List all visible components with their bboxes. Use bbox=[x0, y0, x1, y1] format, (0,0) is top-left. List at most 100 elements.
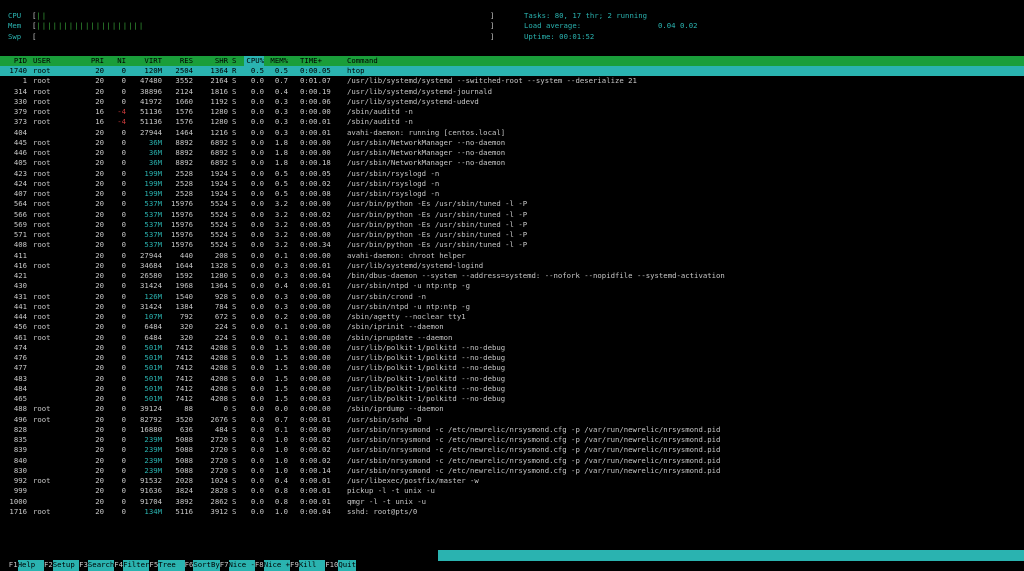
process-row[interactable]: 446 root 20 0 36M 8892 6892 S 0.0 1.8 0:00.00/usr/… bbox=[0, 148, 1024, 158]
process-row[interactable]: 421 20 0 26580 1592 1280 S 0.0 0.3 0:00.04/bin/db… bbox=[0, 271, 1024, 281]
process-row[interactable]: 373 root 16 -4 51136 1576 1280 S 0.0 0.3 0:00.01/s… bbox=[0, 117, 1024, 127]
fkey-f1[interactable]: F1Help bbox=[8, 560, 44, 571]
process-row[interactable]: 992 root 20 0 91532 2028 1024 S 0.0 0.4 0:00.01/us… bbox=[0, 476, 1024, 486]
column-state[interactable]: S bbox=[232, 56, 240, 66]
process-row[interactable]: 484 20 0 501M 7412 4208 S 0.0 1.5 0:00.00/usr/lib… bbox=[0, 384, 1024, 394]
process-shr-cell: 2720 bbox=[210, 445, 228, 455]
process-pid-cell: 488 bbox=[13, 404, 27, 414]
process-time-cell: 0:00.00 bbox=[300, 230, 331, 239]
process-cmd-cell: /bin/dbus-daemon --system --address=syst… bbox=[347, 271, 725, 280]
process-row[interactable]: 330 root 20 0 41972 1660 1192 S 0.0 0.3 0:00.06/us… bbox=[0, 97, 1024, 107]
process-res-cell: 2528 bbox=[175, 178, 193, 188]
column-user[interactable]: USER bbox=[33, 56, 73, 66]
process-row[interactable]: 830 20 0 239M 5088 2720 S 0.0 1.0 0:00.14/usr/sbi… bbox=[0, 466, 1024, 476]
column-virt[interactable]: VIRT bbox=[128, 56, 162, 66]
process-row[interactable]: 423 root 20 0 199M 2528 1924 S 0.0 0.5 0:00.05/usr… bbox=[0, 169, 1024, 179]
process-row[interactable]: 465 20 0 501M 7412 4208 S 0.0 1.5 0:00.03/usr/lib… bbox=[0, 394, 1024, 404]
fkey-f4[interactable]: F4Filter bbox=[114, 560, 150, 571]
process-row[interactable]: 441 root 20 0 31424 1384 784 S 0.0 0.3 0:00.00/usr… bbox=[0, 302, 1024, 312]
process-pid-cell: 431 bbox=[13, 291, 27, 301]
process-row[interactable]: 496 root 20 0 82792 3520 2676 S 0.0 0.7 0:00.01/us… bbox=[0, 415, 1024, 425]
process-pri-cell: 20 bbox=[95, 250, 104, 260]
process-pid-cell: 564 bbox=[13, 199, 27, 209]
process-row[interactable]: 569 root 20 0 537M 15976 5524 S 0.0 3.2 0:00.05/us… bbox=[0, 220, 1024, 230]
process-row[interactable]: 444 root 20 0 107M 792 672 S 0.0 0.2 0:00.00/sbin/… bbox=[0, 312, 1024, 322]
process-pri-cell: 20 bbox=[95, 394, 104, 403]
process-cmd-cell: /sbin/iprdump --daemon bbox=[347, 404, 444, 414]
process-row[interactable]: 999 20 0 91636 3824 2828 S 0.0 0.8 0:00.01 pickup … bbox=[0, 486, 1024, 496]
process-row[interactable]: 1716 root 20 0 134M 5116 3912 S 0.0 1.0 0:00.04 ssh… bbox=[0, 507, 1024, 517]
column-ni[interactable]: NI bbox=[108, 56, 126, 66]
fkey-f3[interactable]: F3Search bbox=[79, 560, 115, 571]
process-row[interactable]: 404 20 0 27944 1464 1216 S 0.0 0.3 0:00.01 avahi-d… bbox=[0, 128, 1024, 138]
column-mem[interactable]: MEM% bbox=[270, 56, 288, 66]
process-row[interactable]: 416 root 20 0 34684 1644 1328 S 0.0 0.3 0:00.01/us… bbox=[0, 261, 1024, 271]
process-virt-cell: 38896 bbox=[140, 86, 162, 96]
process-shr-cell: 2720 bbox=[210, 435, 228, 444]
process-row[interactable]: 828 20 0 16880 636 484 S 0.0 0.1 0:00.00/usr/sbin… bbox=[0, 425, 1024, 435]
process-row-selected[interactable]: 1740 root 20 0 120M 2504 1364 R 0.5 0.5 0:00.05 hto… bbox=[0, 66, 1024, 77]
process-ni-cell: 0 bbox=[121, 394, 126, 403]
process-row[interactable]: 564 root 20 0 537M 15976 5524 S 0.0 3.2 0:00.00/us… bbox=[0, 199, 1024, 209]
process-row[interactable]: 314 root 20 0 38896 2124 1816 S 0.0 0.4 0:00.19/us… bbox=[0, 87, 1024, 97]
column-time[interactable]: TIME+ bbox=[300, 56, 344, 66]
process-user-cell: root bbox=[33, 158, 51, 168]
process-row[interactable]: 405 root 20 0 36M 8892 6892 S 0.0 1.8 0:00.18/usr/… bbox=[0, 158, 1024, 168]
process-mem-cell: 3.2 bbox=[274, 230, 288, 239]
process-time-cell: 0:00.00 bbox=[300, 373, 331, 383]
process-row[interactable]: 407 root 20 0 199M 2528 1924 S 0.0 0.5 0:00.08/usr… bbox=[0, 189, 1024, 199]
process-list[interactable]: 1740 root 20 0 120M 2504 1364 R 0.5 0.5 0:00.05 hto… bbox=[0, 66, 1024, 517]
fkey-f10[interactable]: F10Quit bbox=[325, 560, 356, 571]
process-time-cell: 0:00.00 bbox=[300, 332, 331, 342]
process-row[interactable]: 835 20 0 239M 5088 2720 S 0.0 1.0 0:00.02/usr/sbi… bbox=[0, 435, 1024, 445]
process-pid-cell: 456 bbox=[13, 322, 27, 332]
process-row[interactable]: 445 root 20 0 36M 8892 6892 S 0.0 1.8 0:00.00/usr/… bbox=[0, 138, 1024, 148]
process-row[interactable]: 431 root 20 0 126M 1540 928 S 0.0 0.3 0:00.00/usr/… bbox=[0, 292, 1024, 302]
process-row[interactable]: 477 20 0 501M 7412 4208 S 0.0 1.5 0:00.00/usr/lib… bbox=[0, 363, 1024, 373]
fkey-f8[interactable]: F8Nice + bbox=[254, 560, 291, 571]
process-pid-cell: 411 bbox=[13, 250, 27, 260]
process-s-cell: S bbox=[232, 209, 237, 219]
column-command[interactable]: Command bbox=[347, 56, 1024, 66]
fkey-f6[interactable]: F6SortBy bbox=[184, 560, 220, 571]
fkey-f9[interactable]: F9Kill bbox=[290, 560, 326, 571]
column-cpu-sorted[interactable]: CPU% bbox=[244, 56, 264, 67]
process-cmd-cell: /usr/lib/polkit-1/polkitd --no-debug bbox=[347, 373, 506, 383]
process-row[interactable]: 839 20 0 239M 5088 2720 S 0.0 1.0 0:00.02/usr/sbi… bbox=[0, 445, 1024, 455]
process-row[interactable]: 424 root 20 0 199M 2528 1924 S 0.0 0.5 0:00.02/usr… bbox=[0, 179, 1024, 189]
process-row[interactable]: 456 root 20 0 6484 320 224 S 0.0 0.1 0:00.00/sbin/… bbox=[0, 322, 1024, 332]
process-pri-cell: 20 bbox=[95, 158, 104, 168]
process-row[interactable]: 571 root 20 0 537M 15976 5524 S 0.0 3.2 0:00.00/us… bbox=[0, 230, 1024, 240]
process-row[interactable]: 483 20 0 501M 7412 4208 S 0.0 1.5 0:00.00/usr/lib… bbox=[0, 374, 1024, 384]
process-row[interactable]: 566 root 20 0 537M 15976 5524 S 0.0 3.2 0:00.02/us… bbox=[0, 210, 1024, 220]
process-row[interactable]: 1 root 20 0 47480 3552 2164 S 0.0 0.7 0:01.07/usr/… bbox=[0, 76, 1024, 86]
process-row[interactable]: 1000 20 0 91704 3892 2862 S 0.0 0.8 0:00.01 qmgr -… bbox=[0, 497, 1024, 507]
process-row[interactable]: 474 20 0 501M 7412 4208 S 0.0 1.5 0:00.00/usr/lib… bbox=[0, 343, 1024, 353]
process-cpu-cell: 0.0 bbox=[250, 363, 264, 373]
fkey-f7[interactable]: F7Nice - bbox=[219, 560, 255, 571]
column-res[interactable]: RES bbox=[165, 56, 193, 66]
process-mem-cell: 0.1 bbox=[274, 424, 288, 434]
fkey-f5[interactable]: F5Tree bbox=[149, 560, 185, 571]
process-shr-cell: 928 bbox=[214, 291, 228, 301]
fkey-f2[interactable]: F2Setup bbox=[43, 560, 80, 571]
process-row[interactable]: 488 root 20 0 39124 88 0 S 0.0 0.0 0:00.00/sbin/ip… bbox=[0, 404, 1024, 414]
process-cmd-cell: /sbin/auditd -n bbox=[347, 117, 413, 127]
process-time-cell: 0:00.00 bbox=[300, 383, 331, 393]
column-shr[interactable]: SHR bbox=[196, 56, 228, 66]
column-pid[interactable]: PID bbox=[0, 56, 27, 66]
process-row[interactable]: 840 20 0 239M 5088 2720 S 0.0 1.0 0:00.02/usr/sbi… bbox=[0, 456, 1024, 466]
process-row[interactable]: 408 root 20 0 537M 15976 5524 S 0.0 3.2 0:00.34/us… bbox=[0, 240, 1024, 250]
process-mem-cell: 0.5 bbox=[274, 178, 288, 188]
process-pri-cell: 20 bbox=[95, 486, 104, 496]
process-row[interactable]: 430 20 0 31424 1968 1364 S 0.0 0.4 0:00.01/usr/sb… bbox=[0, 281, 1024, 291]
process-shr-cell: 224 bbox=[214, 332, 228, 342]
fkey-key: F10 bbox=[325, 560, 339, 570]
process-row[interactable]: 411 20 0 27944 440 208 S 0.0 0.1 0:00.00 avahi-dae… bbox=[0, 251, 1024, 261]
process-cmd-cell: /sbin/agetty --noclear tty1 bbox=[347, 312, 466, 321]
process-row[interactable]: 461 root 20 0 6484 320 224 S 0.0 0.1 0:00.00/sbin/… bbox=[0, 333, 1024, 343]
fkey-key: F1 bbox=[8, 560, 18, 570]
process-row[interactable]: 476 20 0 501M 7412 4208 S 0.0 1.5 0:00.00/usr/lib… bbox=[0, 353, 1024, 363]
column-pri[interactable]: PRI bbox=[82, 56, 104, 66]
process-row[interactable]: 379 root 16 -4 51136 1576 1280 S 0.0 0.3 0:00.00/s… bbox=[0, 107, 1024, 117]
